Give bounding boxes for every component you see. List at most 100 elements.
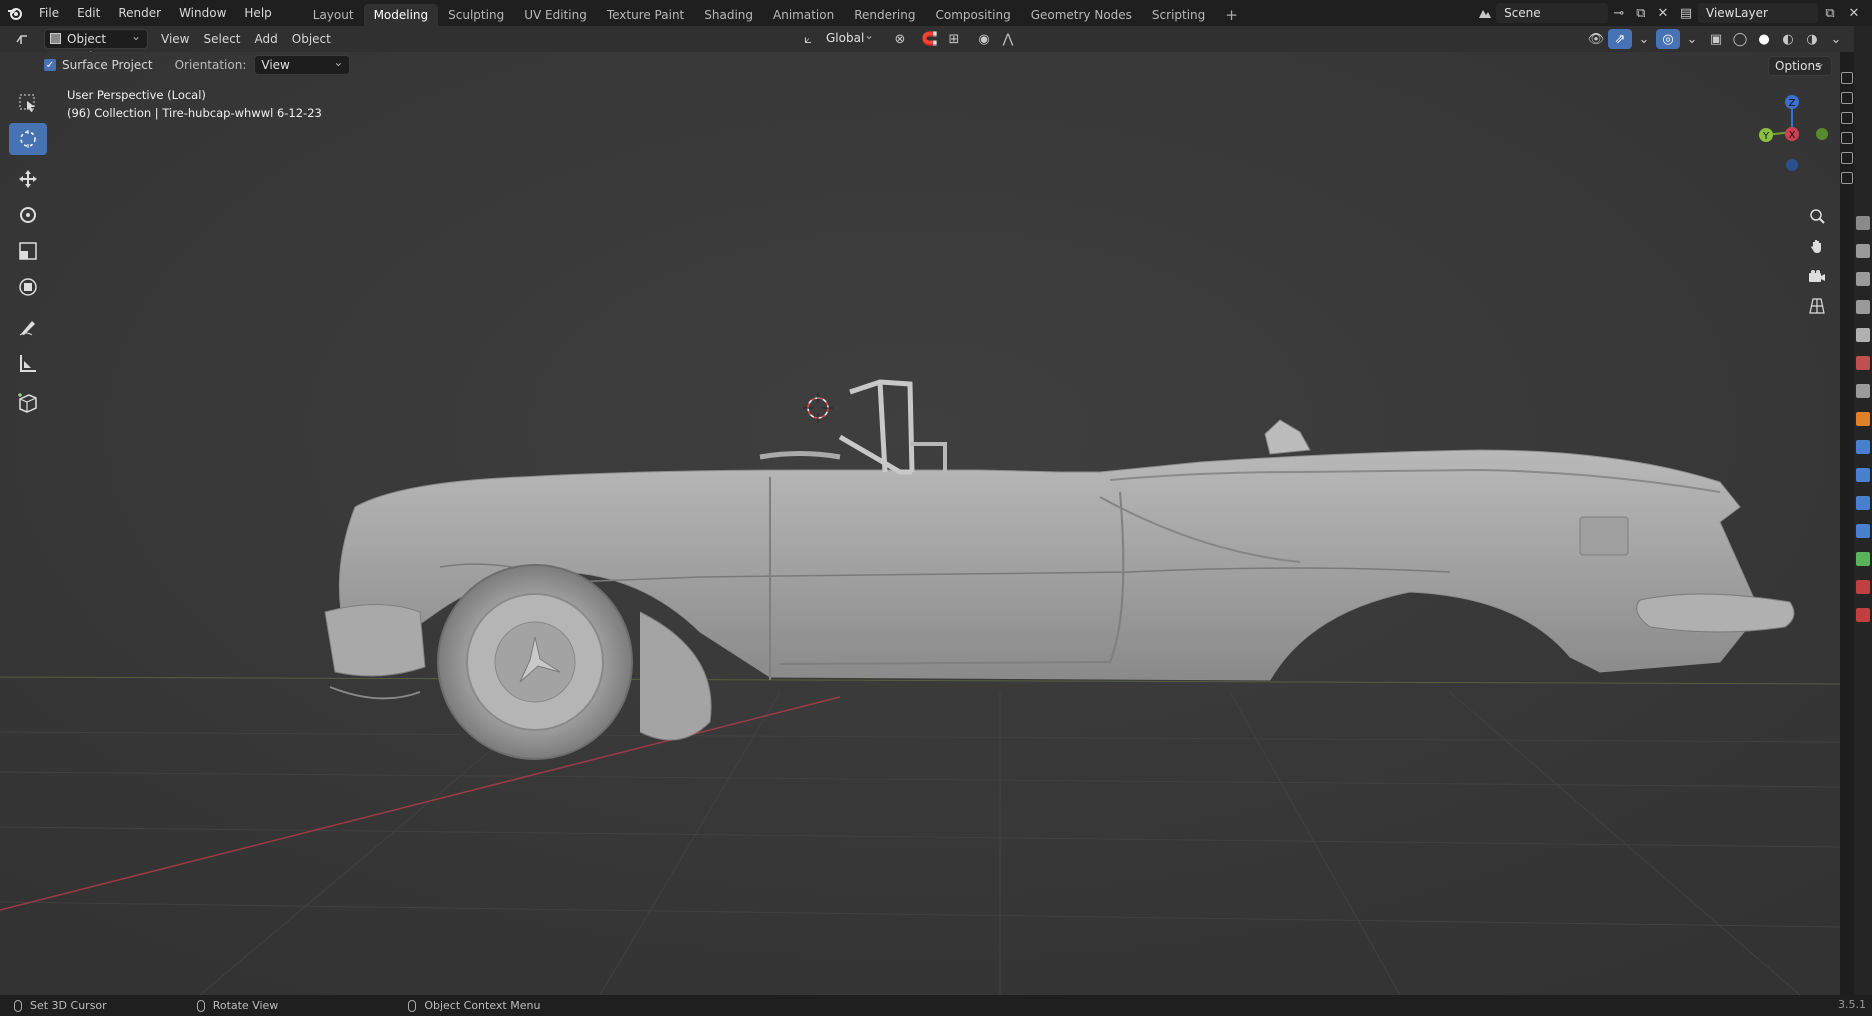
falloff-icon[interactable]: ⋀ [996, 29, 1020, 49]
camera-visibility-icon[interactable] [1841, 112, 1853, 124]
add-workspace-button[interactable]: + [1215, 4, 1248, 26]
menu-file[interactable]: File [30, 0, 68, 26]
texture-properties-icon[interactable] [1856, 608, 1870, 622]
output-properties-icon[interactable] [1856, 272, 1870, 286]
tab-texture-paint[interactable]: Texture Paint [597, 4, 694, 26]
select-box-icon[interactable] [9, 87, 47, 119]
visibility-icon[interactable]: 👁 [1584, 29, 1608, 49]
scene-properties-icon[interactable] [1856, 328, 1870, 342]
menu-render[interactable]: Render [109, 0, 170, 26]
constraint-properties-icon[interactable] [1856, 524, 1870, 538]
tab-shading[interactable]: Shading [694, 4, 763, 26]
menu-add[interactable]: Add [248, 26, 285, 52]
collection-label: (96) Collection | Tire-hubcap-whwwl 6-12… [67, 106, 322, 120]
menu-object[interactable]: Object [285, 26, 338, 52]
orientation-value: View [261, 58, 290, 72]
overlays-toggle-icon[interactable]: ◎ [1656, 29, 1680, 49]
outliner-visibility-strip [1840, 52, 1854, 192]
modifier-properties-icon[interactable] [1856, 440, 1870, 454]
camera-visibility-icon[interactable] [1841, 132, 1853, 144]
delete-view-layer-icon[interactable]: ✕ [1842, 3, 1866, 23]
menu-window[interactable]: Window [170, 0, 235, 26]
tab-sculpting[interactable]: Sculpting [438, 4, 514, 26]
status-rotate-view: Rotate View [196, 999, 279, 1012]
tool-properties-icon[interactable] [1856, 216, 1870, 230]
delete-scene-icon[interactable]: ✕ [1652, 3, 1674, 23]
pin-icon[interactable]: ⊸ [1608, 3, 1630, 23]
gizmo-dropdown-icon[interactable]: ⌄ [1632, 29, 1656, 49]
scene-icon[interactable] [1474, 3, 1496, 23]
world-properties-icon[interactable] [1856, 356, 1870, 370]
wireframe-shading-icon[interactable]: ◯ [1728, 29, 1752, 49]
blender-logo-icon[interactable] [0, 0, 30, 26]
cursor-icon[interactable] [9, 123, 47, 155]
orientation-dropdown[interactable]: View [254, 53, 351, 75]
tab-rendering[interactable]: Rendering [844, 4, 925, 26]
particle-properties-icon[interactable] [1856, 468, 1870, 482]
snap-icon[interactable]: 🧲 [918, 29, 942, 49]
physics-properties-icon[interactable] [1856, 496, 1870, 510]
move-icon[interactable] [9, 163, 47, 195]
material-properties-icon[interactable] [1856, 580, 1870, 594]
add-cube-icon[interactable] [9, 387, 47, 419]
scene-selector: Scene ⊸ ⧉ ✕ [1474, 3, 1674, 23]
measure-icon[interactable] [9, 347, 47, 379]
mode-dropdown[interactable]: Object Mode [44, 27, 148, 64]
pivot-icon[interactable]: ⊗ [888, 29, 912, 49]
viewport-display-controls: 👁 ⇗ ⌄ ◎ ⌄ ▣ ◯ ● ◐ ◑ ⌄ [1584, 29, 1848, 49]
tab-compositing[interactable]: Compositing [925, 4, 1020, 26]
tab-animation[interactable]: Animation [763, 4, 844, 26]
workspace-tabs: Layout Modeling Sculpting UV Editing Tex… [303, 0, 1248, 26]
camera-visibility-icon[interactable] [1841, 172, 1853, 184]
options-dropdown[interactable]: Options [1768, 54, 1832, 76]
3d-viewport[interactable]: ✓ Surface Project Orientation: View Opti… [0, 52, 1840, 995]
camera-visibility-icon[interactable] [1841, 152, 1853, 164]
tab-layout[interactable]: Layout [303, 4, 364, 26]
scene-name-field[interactable]: Scene [1496, 3, 1608, 23]
xray-toggle-icon[interactable]: ▣ [1704, 29, 1728, 49]
solid-shading-icon[interactable]: ● [1752, 29, 1776, 49]
tab-uv-editing[interactable]: UV Editing [514, 4, 597, 26]
overlays-dropdown-icon[interactable]: ⌄ [1680, 29, 1704, 49]
menu-help[interactable]: Help [235, 0, 280, 26]
material-shading-icon[interactable]: ◐ [1776, 29, 1800, 49]
editor-type-icon[interactable] [10, 29, 34, 49]
pan-hand-icon[interactable] [1802, 232, 1832, 260]
camera-view-icon[interactable] [1802, 262, 1832, 290]
scale-icon[interactable] [9, 235, 47, 267]
menu-view[interactable]: View [154, 26, 196, 52]
camera-visibility-icon[interactable] [1841, 72, 1853, 84]
status-context-menu-label: Object Context Menu [424, 999, 541, 1012]
annotate-icon[interactable] [9, 311, 47, 343]
tab-geometry-nodes[interactable]: Geometry Nodes [1021, 4, 1142, 26]
surface-project-checkbox[interactable]: ✓ [44, 59, 56, 71]
collection-properties-icon[interactable] [1856, 384, 1870, 398]
rotate-icon[interactable] [9, 199, 47, 231]
menu-edit[interactable]: Edit [68, 0, 109, 26]
zoom-icon[interactable] [1802, 202, 1832, 230]
surface-project-label: Surface Project [62, 58, 153, 72]
ortho-toggle-icon[interactable] [1802, 292, 1832, 320]
tab-scripting[interactable]: Scripting [1142, 4, 1215, 26]
transform-orientation-dropdown[interactable]: Global [820, 26, 880, 49]
object-properties-icon[interactable] [1856, 412, 1870, 426]
tab-modeling[interactable]: Modeling [363, 4, 439, 26]
status-rotate-view-label: Rotate View [212, 999, 279, 1012]
gizmo-toggle-icon[interactable]: ⇗ [1608, 29, 1632, 49]
view-layer-icon[interactable]: ▤ [1674, 3, 1698, 23]
render-properties-icon[interactable] [1856, 244, 1870, 258]
snap-target-icon[interactable]: ⊞ [942, 29, 966, 49]
view-layer-properties-icon[interactable] [1856, 300, 1870, 314]
new-scene-icon[interactable]: ⧉ [1630, 3, 1652, 23]
new-view-layer-icon[interactable]: ⧉ [1818, 3, 1842, 23]
rendered-shading-icon[interactable]: ◑ [1800, 29, 1824, 49]
shading-dropdown-icon[interactable]: ⌄ [1824, 29, 1848, 49]
view-layer-field[interactable]: ViewLayer [1698, 3, 1818, 23]
transform-icon[interactable] [9, 271, 47, 303]
proportional-edit-icon[interactable]: ◉ [972, 29, 996, 49]
orientation-icon: ⟀ [804, 31, 812, 47]
camera-visibility-icon[interactable] [1841, 92, 1853, 104]
navigation-gizmo[interactable]: Z Y X [1752, 82, 1832, 182]
data-properties-icon[interactable] [1856, 552, 1870, 566]
menu-select[interactable]: Select [196, 26, 247, 52]
